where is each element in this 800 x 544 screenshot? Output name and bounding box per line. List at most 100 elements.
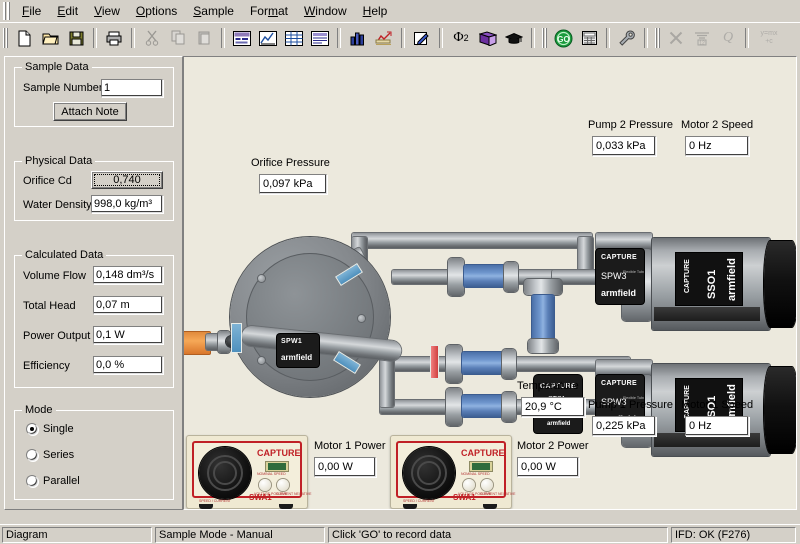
housing-screw-top — [258, 275, 265, 282]
edit-pencil-icon[interactable] — [410, 27, 434, 50]
notes-view-icon[interactable] — [308, 27, 332, 50]
sensor-spw3-top-brand: armfield — [601, 288, 637, 298]
valve-lower-body[interactable] — [462, 395, 504, 417]
phi-glyph: Φ — [453, 30, 464, 45]
toolbar-drag-grip[interactable] — [2, 27, 9, 49]
valve-vertical-body[interactable] — [532, 295, 554, 341]
motor-1-brand-cap: CAPTURE — [257, 448, 301, 458]
motor-2-brand: armfield — [726, 258, 738, 301]
mode-radio-single[interactable]: Single — [26, 423, 74, 435]
menu-window[interactable]: Window — [296, 2, 355, 20]
motor-2-speed-label: Motor 2 Speed — [681, 119, 754, 131]
menu-options[interactable]: Options — [128, 2, 185, 20]
group-sample-data-title: Sample Data — [22, 61, 92, 73]
paste-icon[interactable] — [192, 27, 216, 50]
radio-dot-series — [26, 449, 38, 461]
print-icon[interactable] — [102, 27, 126, 50]
toolbar: Φ2 GO 12 Q y=mx +c — [0, 22, 800, 54]
motor-1-power-value: 0,00 W — [314, 457, 376, 477]
motor-1-foot-left — [199, 504, 213, 509]
pump-1-pressure-value: 0,225 kPa — [592, 416, 656, 436]
menu-drag-grip[interactable] — [2, 2, 11, 20]
open-folder-icon[interactable] — [38, 27, 62, 50]
toolbar-separator — [401, 28, 405, 48]
motor-1-bulb-voltage[interactable] — [259, 479, 271, 491]
efficiency-label: Efficiency — [23, 360, 70, 372]
motor-2-bulb-current[interactable] — [481, 479, 493, 491]
client-area: Sample Data Sample Number 1 Attach Note … — [0, 52, 800, 522]
temperature-value: 20,9 °C — [521, 397, 585, 417]
mode-label-parallel: Parallel — [43, 475, 80, 487]
query-q-glyph: Q — [722, 30, 734, 45]
motor-2-indicator-label: NOMINAL SPEED — [461, 472, 490, 477]
valve-upper-collar-right — [504, 262, 518, 292]
sensor-spw3-bottom-cap: CAPTURE — [601, 380, 637, 387]
toolbar-drag-grip-2[interactable] — [541, 27, 548, 49]
sample-number-input[interactable]: 1 — [101, 79, 163, 97]
motor-2-bulb-voltage[interactable] — [463, 479, 475, 491]
pump-2-pressure-label: Pump 2 Pressure — [588, 119, 673, 131]
graduation-cap-icon[interactable] — [502, 27, 526, 50]
water-density-value: 998,0 kg/m³ — [91, 195, 163, 213]
menu-help[interactable]: Help — [355, 2, 396, 20]
sensor-spw3-top-cap: CAPTURE — [601, 254, 637, 261]
calculator-icon[interactable] — [577, 27, 601, 50]
delete-x-icon[interactable] — [664, 27, 688, 50]
menu-view[interactable]: View — [86, 2, 128, 20]
query-q-icon[interactable]: Q — [716, 27, 740, 50]
diagram-canvas[interactable]: SPW1 armfield CAPTURE armfield CAPTURE S… — [183, 56, 797, 510]
motor-1-display — [265, 461, 289, 472]
y-mx-c-icon[interactable]: y=mx +c — [754, 27, 784, 50]
phi2-icon[interactable]: Φ2 — [448, 27, 474, 50]
motor-1-bulb-current[interactable] — [277, 479, 289, 491]
attach-note-button[interactable]: Attach Note — [53, 102, 127, 121]
valve-upper-body[interactable] — [464, 265, 506, 287]
sensor-sts1-brand: armfield — [547, 421, 571, 427]
menu-file[interactable]: File — [14, 2, 49, 20]
orifice-cd-label: Orifice Cd — [23, 175, 72, 187]
orifice-cd-button[interactable]: 0,740 — [91, 171, 163, 189]
trend-chart-icon[interactable] — [372, 27, 396, 50]
valve-lower-collar-left — [446, 388, 462, 426]
mode-radio-parallel[interactable]: Parallel — [26, 475, 80, 487]
efficiency-value: 0,0 % — [93, 356, 163, 374]
diagram-view-icon[interactable] — [230, 27, 254, 50]
motor-2-brand-cap: CAPTURE — [461, 448, 505, 458]
menu-sample[interactable]: Sample — [185, 2, 242, 20]
menu-format[interactable]: Format — [242, 2, 296, 20]
group-mode: Mode Single Series Parallel — [14, 404, 174, 500]
sensor-spw3-top[interactable]: CAPTURE SPW3 Flexible Tubular armfield — [596, 249, 644, 304]
motor-1-knob-label: SPEED / CURRENT — [199, 499, 231, 504]
menu-edit[interactable]: Edit — [49, 2, 86, 20]
motor-2-model: SWA1 — [453, 493, 476, 502]
new-icon[interactable] — [12, 27, 36, 50]
wrench-icon[interactable] — [615, 27, 639, 50]
valve-middle-marker — [430, 345, 439, 379]
toolbar-separator — [221, 28, 225, 48]
motor-2-controller[interactable]: CAPTURE NOMINAL SPEED VOLTAGE POSITIVE C… — [390, 435, 515, 509]
cut-scissors-icon[interactable] — [140, 27, 164, 50]
mode-radio-series[interactable]: Series — [26, 449, 74, 461]
volume-flow-label: Volume Flow — [23, 270, 86, 282]
motor-1-speed-knob[interactable] — [199, 447, 251, 499]
motor-1-controller[interactable]: CAPTURE NOMINAL SPEED VOLTAGE POSITIVE C… — [186, 435, 311, 509]
go-icon[interactable]: GO — [551, 27, 575, 50]
book-icon[interactable] — [476, 27, 500, 50]
housing-screw-right — [358, 315, 365, 322]
bar-chart-icon[interactable] — [346, 27, 370, 50]
valve-middle-body[interactable] — [462, 352, 504, 374]
table-view-icon[interactable] — [282, 27, 306, 50]
copy-icon[interactable] — [166, 27, 190, 50]
toolbar-separator — [606, 28, 610, 48]
group-physical-data: Physical Data Orifice Cd 0,740 Water Den… — [14, 155, 174, 221]
sort-icon[interactable]: 12 — [690, 27, 714, 50]
toolbar-separator — [131, 28, 135, 48]
sensor-spw1[interactable]: SPW1 armfield — [277, 334, 319, 367]
ymxc-line1: y=mx — [760, 30, 778, 37]
pump-2-pressure-value: 0,033 kPa — [592, 136, 656, 156]
pipe-top-header — [352, 233, 592, 248]
save-disk-icon[interactable] — [64, 27, 88, 50]
toolbar-drag-grip-3[interactable] — [654, 27, 661, 49]
graph-view-icon[interactable] — [256, 27, 280, 50]
motor-2-speed-knob[interactable] — [403, 447, 455, 499]
